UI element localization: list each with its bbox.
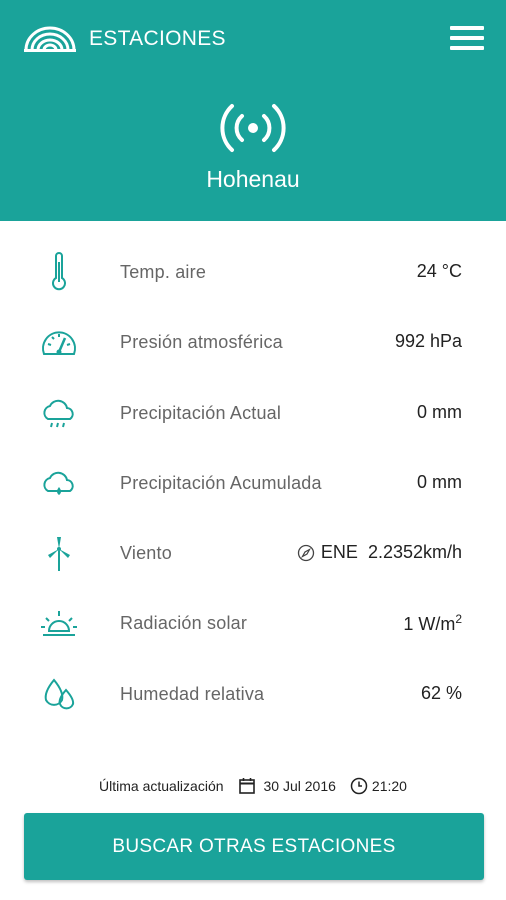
wind-speed: 2.2352km/h	[367, 542, 462, 563]
row-label: Viento	[120, 543, 172, 564]
row-humidity: Humedad relativa 62 %	[0, 660, 506, 730]
hamburger-menu-icon[interactable]	[450, 26, 484, 54]
compass-icon	[297, 544, 315, 561]
gauge-icon	[42, 331, 76, 356]
measurements-list: Temp. aire 24 °C Presión atmosférica 992…	[0, 238, 506, 730]
last-update-bar: Última actualización 30 Jul 2016 21:20	[0, 775, 506, 797]
last-update-date: 30 Jul 2016	[263, 778, 336, 794]
search-other-stations-button[interactable]: BUSCAR OTRAS ESTACIONES	[24, 813, 484, 880]
row-solar-radiation: Radiación solar 1 W/m2	[0, 589, 506, 659]
clock-icon	[350, 777, 368, 795]
row-label: Precipitación Acumulada	[120, 472, 322, 493]
row-wind: Viento ENE 2.2352km/h	[0, 519, 506, 589]
wind-turbine-icon	[48, 537, 70, 572]
row-value: 62 %	[420, 682, 462, 703]
row-value: ENE 2.2352km/h	[297, 542, 462, 563]
broadcast-signal-icon	[220, 104, 286, 152]
rainbow-logo-icon	[24, 26, 76, 52]
row-label: Precipitación Actual	[120, 402, 282, 423]
row-value: 1 W/m2	[403, 612, 462, 635]
app-title: ESTACIONES	[89, 27, 226, 50]
rain-cloud-icon	[43, 399, 74, 427]
row-label: Temp. aire	[120, 262, 207, 282]
calendar-icon	[238, 778, 255, 794]
row-value: 0 mm	[417, 471, 462, 492]
row-value: 0 mm	[417, 401, 462, 422]
water-drops-icon	[44, 678, 75, 710]
row-precip-accumulated: Precipitación Acumulada 0 mm	[0, 449, 506, 519]
station-name: Hohenau	[206, 166, 300, 192]
row-label: Presión atmosférica	[120, 332, 283, 353]
row-temperature: Temp. aire 24 °C	[0, 238, 506, 308]
thermometer-icon	[52, 252, 66, 291]
row-value: 24 °C	[416, 261, 462, 281]
row-pressure: Presión atmosférica 992 hPa	[0, 308, 506, 378]
row-label: Radiación solar	[120, 613, 248, 634]
row-value: 992 hPa	[394, 331, 462, 352]
row-label: Humedad relativa	[120, 683, 265, 704]
row-precip-current: Precipitación Actual 0 mm	[0, 379, 506, 449]
header-bar: ESTACIONES Hohenau	[0, 0, 506, 221]
wind-direction: ENE	[320, 542, 358, 563]
sunrise-icon	[41, 611, 77, 637]
cloud-drop-icon	[43, 471, 74, 495]
last-update-time: 21:20	[371, 778, 407, 794]
last-update-label: Última actualización	[99, 778, 224, 794]
